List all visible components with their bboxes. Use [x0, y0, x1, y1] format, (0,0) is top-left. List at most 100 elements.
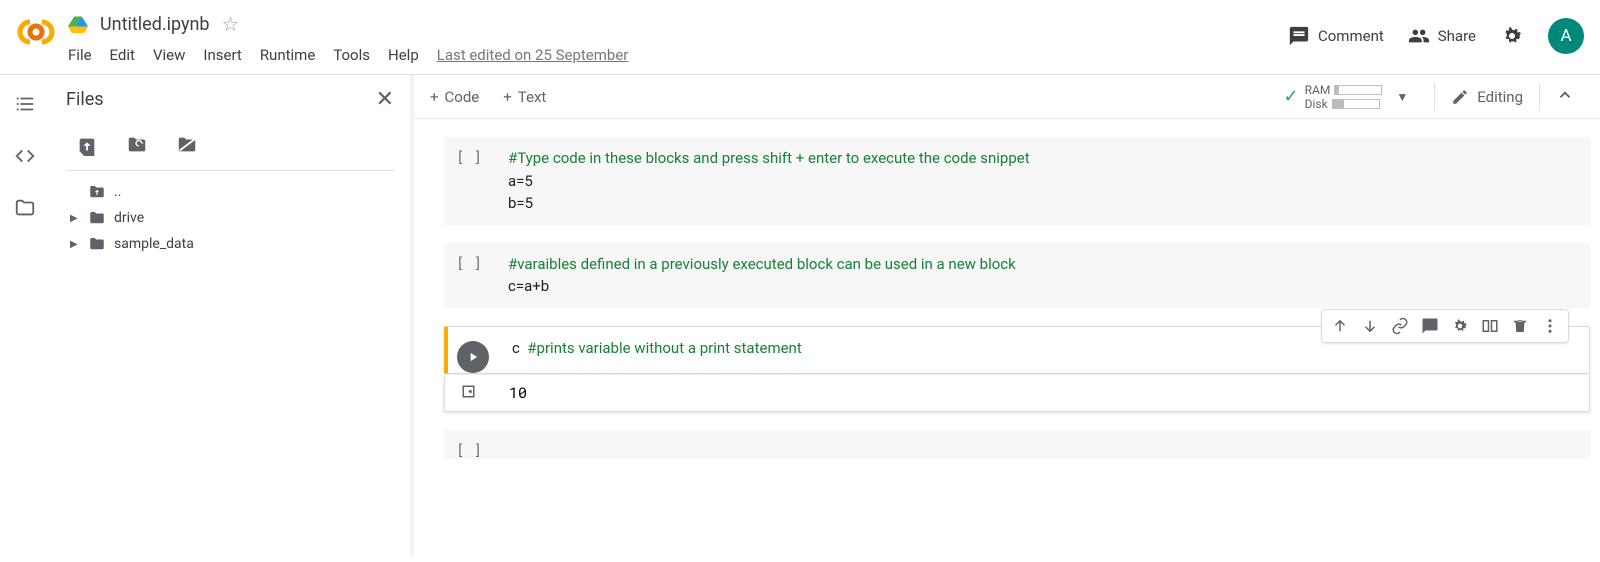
gear-icon[interactable] — [1500, 24, 1524, 48]
menu-insert[interactable]: Insert — [203, 46, 241, 64]
code-line: #varaibles defined in a previously execu… — [508, 253, 1576, 276]
plus-icon: + — [503, 88, 512, 106]
resource-meters: RAM Disk — [1305, 83, 1383, 111]
output-icon — [461, 384, 479, 402]
ram-meter — [1334, 85, 1382, 95]
comment-button[interactable]: Comment — [1288, 25, 1384, 47]
main-content: +Code + Text ✓ RAM Disk ▼ Editing [ ] #Typ… — [414, 75, 1600, 557]
tree-item-label: .. — [114, 184, 121, 200]
separator — [1434, 83, 1435, 111]
code-cell[interactable]: [ ] — [444, 430, 1590, 459]
snippets-icon[interactable] — [14, 145, 36, 167]
last-edited-link[interactable]: Last edited on 25 September — [437, 46, 629, 64]
cell-toolbar — [1321, 309, 1569, 343]
menu-bar: File Edit View Insert Runtime Tools Help… — [68, 40, 1288, 74]
link-icon[interactable] — [1386, 312, 1414, 340]
tree-drive[interactable]: ▶ drive — [70, 205, 394, 231]
cell-exec-indicator: [ ] — [444, 430, 494, 459]
share-icon — [1408, 25, 1430, 47]
code-line: #Type code in these blocks and press shi… — [508, 147, 1576, 170]
comment-icon — [1288, 25, 1310, 47]
trash-icon[interactable] — [1506, 312, 1534, 340]
more-icon[interactable] — [1536, 312, 1564, 340]
folder-icon — [88, 209, 106, 227]
app-header: Untitled.ipynb ☆ File Edit View Insert R… — [0, 0, 1600, 75]
menu-help[interactable]: Help — [388, 46, 419, 64]
output-text: 10 — [495, 375, 541, 411]
code-line: b=5 — [508, 192, 1576, 215]
mirror-icon[interactable] — [1476, 312, 1504, 340]
files-toolbar — [66, 128, 394, 171]
folder-icon — [88, 235, 106, 253]
cell-exec-indicator: [ ] — [444, 243, 494, 308]
header-right: Comment Share A — [1288, 18, 1584, 54]
separator — [1539, 83, 1540, 111]
menu-view[interactable]: View — [153, 46, 185, 64]
comment-icon[interactable] — [1416, 312, 1444, 340]
avatar[interactable]: A — [1548, 18, 1584, 54]
cell-gutter — [448, 327, 498, 373]
code-cell[interactable]: [ ] #Type code in these blocks and press … — [444, 137, 1590, 225]
code-editor[interactable]: #Type code in these blocks and press shi… — [494, 137, 1590, 225]
notebook-toolbar: +Code + Text ✓ RAM Disk ▼ Editing — [414, 75, 1600, 119]
code-line: c=a+b — [508, 275, 1576, 298]
upload-icon[interactable] — [76, 134, 98, 156]
tree-sampledata[interactable]: ▶ sample_data — [70, 231, 394, 257]
code-cell[interactable]: c #prints variable without a print state… — [444, 326, 1590, 374]
close-icon[interactable]: ✕ — [376, 87, 394, 112]
caret-icon: ▶ — [70, 213, 80, 224]
cell-output: 10 — [444, 374, 1590, 412]
code-cell[interactable]: [ ] #varaibles defined in a previously ex… — [444, 243, 1590, 308]
colab-logo-icon — [16, 12, 56, 52]
toc-icon[interactable] — [14, 93, 36, 115]
gear-icon[interactable] — [1446, 312, 1474, 340]
pencil-icon — [1451, 88, 1469, 106]
folder-icon[interactable] — [14, 197, 36, 219]
check-icon: ✓ — [1284, 86, 1299, 107]
side-rail — [0, 75, 50, 557]
title-row: Untitled.ipynb ☆ — [68, 8, 1288, 40]
editing-mode-button[interactable]: Editing — [1441, 88, 1533, 106]
run-button[interactable] — [457, 341, 489, 373]
tree-up[interactable]: .. — [70, 179, 394, 205]
code-editor[interactable] — [494, 430, 1590, 459]
file-tree: .. ▶ drive ▶ sample_data — [66, 179, 394, 257]
header-main: Untitled.ipynb ☆ File Edit View Insert R… — [68, 8, 1288, 74]
files-panel-header: Files ✕ — [66, 87, 394, 112]
arrow-up-icon[interactable] — [1326, 312, 1354, 340]
share-button[interactable]: Share — [1408, 25, 1476, 47]
add-text-button[interactable]: + Text — [503, 88, 546, 106]
code-line: a=5 — [508, 170, 1576, 193]
star-icon[interactable]: ☆ — [222, 12, 240, 36]
app-body: Files ✕ .. ▶ drive ▶ sample_data — [0, 75, 1600, 557]
chevron-down-icon[interactable]: ▼ — [1388, 90, 1416, 104]
document-title[interactable]: Untitled.ipynb — [100, 14, 210, 35]
ram-label: RAM — [1305, 83, 1331, 97]
chevron-up-icon[interactable] — [1546, 86, 1584, 108]
comment-label: Comment — [1318, 27, 1384, 45]
menu-tools[interactable]: Tools — [333, 46, 370, 64]
add-code-label: Code — [445, 88, 480, 106]
folder-up-icon — [88, 183, 106, 201]
caret-icon: ▶ — [70, 239, 80, 250]
notebook-area: [ ] #Type code in these blocks and press … — [414, 119, 1600, 557]
tree-item-label: drive — [114, 210, 144, 226]
disk-label: Disk — [1305, 97, 1328, 111]
editing-label: Editing — [1477, 88, 1523, 106]
files-panel-title: Files — [66, 89, 104, 110]
menu-runtime[interactable]: Runtime — [260, 46, 315, 64]
arrow-down-icon[interactable] — [1356, 312, 1384, 340]
code-editor[interactable]: #varaibles defined in a previously execu… — [494, 243, 1590, 308]
mount-drive-icon[interactable] — [176, 134, 198, 156]
menu-file[interactable]: File — [68, 46, 92, 64]
menu-edit[interactable]: Edit — [110, 46, 135, 64]
cell-exec-indicator: [ ] — [444, 137, 494, 225]
drive-icon — [68, 14, 88, 34]
refresh-icon[interactable] — [126, 134, 148, 156]
add-code-button[interactable]: +Code — [430, 88, 479, 106]
avatar-initial: A — [1560, 26, 1571, 46]
resource-widget[interactable]: ✓ RAM Disk ▼ — [1284, 83, 1417, 111]
add-text-label: Text — [518, 88, 547, 106]
tree-item-label: sample_data — [114, 236, 194, 252]
files-panel: Files ✕ .. ▶ drive ▶ sample_data — [50, 75, 410, 557]
